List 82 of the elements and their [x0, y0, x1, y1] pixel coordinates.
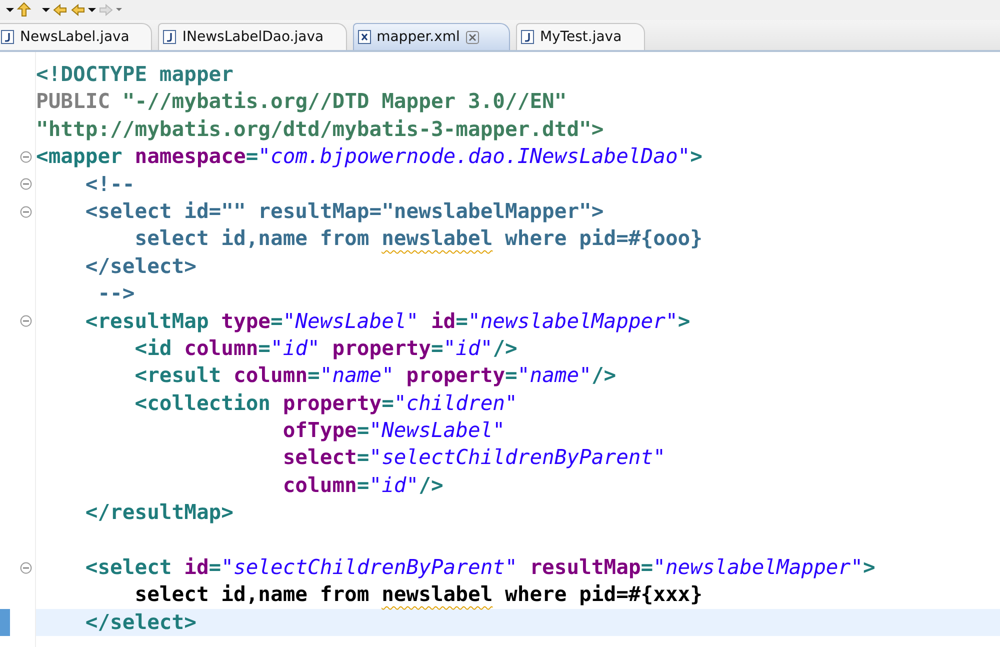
collapse-icon[interactable] — [20, 150, 32, 163]
doctype-keyword: PUBLIC — [36, 89, 112, 114]
attribute-name: type — [220, 308, 271, 333]
collapse-icon[interactable] — [20, 206, 32, 218]
xml-tag: = — [308, 363, 320, 388]
attribute-value: "selectChildrenByParent" — [221, 555, 518, 580]
attribute-name: id — [430, 308, 456, 333]
xml-tag: = — [505, 363, 518, 388]
sql-text: select id,name from — [134, 582, 370, 606]
code-comment: --> — [96, 281, 135, 306]
doctype-string: "http://mybatis.org/dtd/mybatis-3-mapper.dtd"> — [36, 116, 604, 141]
close-icon[interactable] — [466, 30, 479, 44]
attribute-value: "id" — [369, 472, 419, 497]
xml-tag: > — [678, 308, 690, 333]
java-file-icon — [1, 30, 14, 44]
attribute-name: property — [405, 363, 506, 388]
attribute-name: column — [183, 336, 258, 360]
xml-tag: = — [356, 472, 370, 497]
xml-tag: > — [862, 555, 876, 580]
collapse-icon[interactable] — [20, 562, 32, 574]
attribute-value: "id" — [443, 336, 493, 360]
misspelled-word: newslabel — [382, 226, 493, 250]
attribute-name: column — [282, 472, 357, 497]
xml-tag: = — [640, 555, 654, 580]
editor-tab[interactable]: NewsLabel.java — [0, 23, 152, 50]
doctype-declaration: <!DOCTYPE mapper — [36, 62, 234, 86]
attribute-value: "children" — [394, 390, 518, 415]
xml-tag: </resultMap> — [36, 500, 234, 524]
xml-tag: <select — [36, 555, 172, 580]
xml-tag: > — [690, 144, 702, 168]
xml-tag: <mapper — [36, 144, 122, 168]
xml-file-icon — [358, 30, 371, 44]
xml-tag: <id — [36, 336, 172, 360]
code-comment: select id,name from — [134, 226, 370, 250]
code-comment: <select id="" resultMap="newslabelMapper"> — [84, 198, 604, 223]
java-file-icon — [520, 30, 534, 44]
attribute-value: "name" — [517, 363, 592, 388]
xml-tag: <resultMap — [36, 308, 209, 333]
code-comment: where pid=#{ooo} — [504, 226, 702, 250]
attribute-name: id — [183, 555, 209, 580]
attribute-name: resultMap — [528, 555, 641, 580]
xml-tag: = — [356, 418, 370, 442]
doctype-string: "-//mybatis.org//DTD Mapper 3.0//EN" — [122, 89, 567, 114]
sql-text: where pid=#{xxx} — [504, 582, 702, 606]
xml-tag: = — [246, 144, 258, 168]
attribute-value: "id" — [270, 336, 320, 360]
code-comment: <!-- — [84, 172, 135, 196]
attribute-name: ofType — [282, 418, 357, 442]
attribute-name: namespace — [134, 144, 246, 168]
xml-tag: <result — [36, 363, 222, 388]
xml-tag: = — [270, 308, 283, 333]
code-comment: </select> — [84, 254, 196, 278]
attribute-name: column — [232, 363, 308, 388]
attribute-value: "newslabelMapper" — [468, 308, 678, 333]
attribute-value: "NewsLabel" — [282, 308, 419, 333]
toolbar-arrows-drawing[interactable] — [4, 2, 124, 18]
attribute-value: "newslabelMapper" — [653, 555, 863, 580]
xml-tag: = — [356, 445, 370, 470]
xml-tag: /> — [591, 363, 616, 388]
misspelled-word: newslabel — [382, 582, 493, 606]
attribute-value: "selectChildrenByParent" — [369, 445, 666, 470]
editor-tab[interactable]: INewsLabelDao.java — [158, 23, 347, 50]
xml-tag: /> — [418, 472, 444, 497]
collapse-icon[interactable] — [20, 315, 32, 328]
xml-tag: </select> — [36, 610, 196, 634]
xml-tag: /> — [492, 336, 518, 360]
xml-tag: = — [208, 555, 222, 580]
attribute-value: "NewsLabel" — [369, 418, 506, 442]
xml-tag: <collection — [36, 390, 270, 415]
editor-tab[interactable]: MyTest.java — [516, 23, 645, 50]
xml-tag: = — [456, 308, 468, 333]
collapse-icon[interactable] — [20, 178, 32, 190]
editor-tab[interactable]: mapper.xml — [352, 23, 510, 50]
xml-tag: = — [258, 336, 271, 360]
java-file-icon — [163, 30, 176, 44]
attribute-name: property — [331, 336, 431, 360]
attribute-value: "name" — [320, 363, 394, 388]
attribute-name: select — [282, 445, 357, 470]
xml-tag: = — [430, 336, 444, 360]
attribute-value: "com.bjpowernode.dao.INewsLabelDao" — [258, 144, 690, 168]
xml-tag: = — [382, 390, 394, 415]
attribute-name: property — [282, 390, 382, 415]
